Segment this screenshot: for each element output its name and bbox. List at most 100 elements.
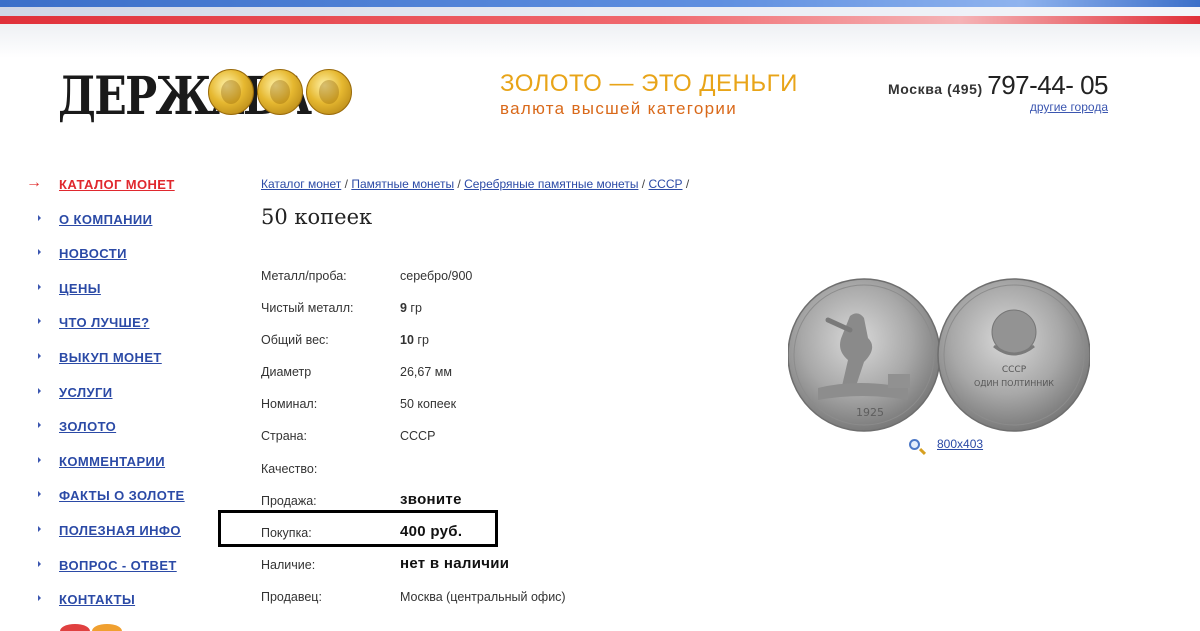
sidebar-link-news[interactable]: НОВОСТИ [59,246,127,261]
sidebar-link-what-better[interactable]: ЧТО ЛУЧШЕ? [59,315,150,330]
coin-denomination-text: ОДИН ПОЛТИННИК [974,379,1054,388]
phone-city-code: Москва (495) [887,81,983,97]
sidebar-link-comments[interactable]: КОММЕНТАРИИ [59,454,165,469]
phone-number: 797-44- 05 [987,70,1108,100]
spec-row-availability: Наличие: нет в наличии [261,549,621,581]
spec-value: серебро/900 [400,269,473,283]
sidebar-link-useful-info[interactable]: ПОЛЕЗНАЯ ИНФО [59,523,181,538]
header-slogan: ЗОЛОТО — ЭТО ДЕНЬГИ валюта высшей катего… [500,70,800,120]
spec-row-country: Страна: СССР [261,420,621,452]
spec-value-unit: гр [406,301,422,316]
bullet-icon [38,387,41,394]
sidebar-link-about[interactable]: О КОМПАНИИ [59,212,152,227]
sidebar-item-prices[interactable]: ЦЕНЫ [26,277,206,312]
sidebar-item-useful-info[interactable]: ПОЛЕЗНАЯ ИНФО [26,519,206,554]
breadcrumb-separator: / [457,177,461,191]
page-title: 50 копеек [261,205,373,229]
bullet-icon [38,283,41,290]
bullet-icon [38,525,41,532]
sidebar-item-faq[interactable]: ВОПРОС - ОТВЕТ [26,554,206,589]
sidebar-link-prices[interactable]: ЦЕНЫ [59,281,101,296]
sidebar-item-about[interactable]: О КОМПАНИИ [26,208,206,243]
active-arrow-icon: → [26,174,42,191]
sidebar-item-gold-facts[interactable]: ФАКТЫ О ЗОЛОТЕ [26,484,206,519]
coin-country-text: СССР [1002,365,1027,375]
bullet-icon [38,595,41,602]
spec-value-number: 10 [400,333,414,348]
sidebar-nav: → КАТАЛОГ МОНЕТ О КОМПАНИИ НОВОСТИ ЦЕНЫ … [26,173,206,623]
spec-label: Диаметр [261,365,312,380]
availability-status: нет в наличии [400,554,510,572]
breadcrumb-separator: / [344,177,348,191]
magnifier-icon[interactable] [909,439,920,450]
zoom-image-link[interactable]: 800x403 [937,437,983,451]
spec-label: Номинал: [261,397,318,412]
breadcrumb-separator: / [685,177,690,191]
spec-label: Качество: [261,461,318,476]
sidebar-item-catalog[interactable]: → КАТАЛОГ МОНЕТ [26,173,206,208]
sidebar-item-what-better[interactable]: ЧТО ЛУЧШЕ? [26,311,206,346]
sidebar-link-contacts[interactable]: КОНТАКТЫ [59,592,135,607]
sidebar-link-gold[interactable]: ЗОЛОТО [59,419,116,434]
gold-coin-icon [208,69,254,115]
header-flag-band-red [0,16,1200,24]
spec-label: Продавец: [261,589,322,604]
sidebar-item-gold[interactable]: ЗОЛОТО [26,415,206,450]
sidebar-item-news[interactable]: НОВОСТИ [26,242,206,277]
gold-coin-icon [306,69,352,115]
spec-value: 26,67 мм [400,365,452,380]
sidebar-link-faq[interactable]: ВОПРОС - ОТВЕТ [59,558,177,573]
sidebar-link-buyback[interactable]: ВЫКУП МОНЕТ [59,350,162,365]
coin-image[interactable]: 1925 СССР ОДИН ПОЛТИННИК [788,276,1090,434]
spec-value: СССР [400,429,436,444]
coin-obverse: СССР ОДИН ПОЛТИННИК [937,278,1090,432]
sidebar-item-services[interactable]: УСЛУГИ [26,381,206,416]
spec-value-unit: гр [413,333,429,348]
bullet-icon [38,491,41,498]
gold-coin-icon [257,69,303,115]
partner-logo-partial [60,624,150,631]
sidebar-item-contacts[interactable]: КОНТАКТЫ [26,588,206,623]
header-phone: Москва (495) 797-44- 05 другие города [887,70,1109,114]
header-fade [0,24,1200,58]
spec-value: Москва (центральный офис) [400,589,566,604]
coin-date: 1925 [856,406,884,419]
spec-label: Наличие: [261,557,316,572]
spec-row-pure-metal: Чистый металл: 9 гр [261,292,621,324]
bullet-icon [38,214,41,221]
breadcrumb-link-ussr[interactable]: СССР [648,177,682,191]
spec-value: 50 копеек [400,397,457,412]
other-cities-link[interactable]: другие города [888,100,1108,114]
breadcrumb-link-catalog[interactable]: Каталог монет [261,177,341,191]
header-flag-band-blue [0,0,1200,7]
coin-spec-table: Металл/проба: серебро/900 Чистый металл:… [261,260,621,613]
spec-label: Общий вес: [261,333,329,348]
sidebar-item-comments[interactable]: КОММЕНТАРИИ [26,450,206,485]
sidebar-link-services[interactable]: УСЛУГИ [59,385,112,400]
spec-row-seller: Продавец: Москва (центральный офис) [261,581,621,613]
spec-value-number: 9 [400,301,407,316]
breadcrumb-link-silver-commemorative[interactable]: Серебряные памятные монеты [464,177,638,191]
slogan-line-1: ЗОЛОТО — ЭТО ДЕНЬГИ [500,70,798,97]
header-flag-band-white [0,7,1200,16]
spec-label: Продажа: [261,493,317,508]
bullet-icon [38,456,41,463]
spec-value: 9 гр [400,301,422,315]
sale-price: звоните [400,490,462,508]
sidebar-link-catalog[interactable]: КАТАЛОГ МОНЕТ [59,177,175,192]
breadcrumb-link-commemorative[interactable]: Памятные монеты [351,177,454,191]
spec-label: Чистый металл: [261,301,354,316]
spec-label: Металл/проба: [261,269,347,283]
coin-reverse: 1925 [788,278,941,432]
spec-row-diameter: Диаметр 26,67 мм [261,356,621,388]
spec-row-quality: Качество: [261,453,621,485]
breadcrumb: Каталог монет / Памятные монеты / Серебр… [261,177,689,191]
spec-row-denomination: Номинал: 50 копеек [261,388,621,420]
breadcrumb-separator: / [641,177,646,191]
bullet-icon [38,249,41,256]
sidebar-item-buyback[interactable]: ВЫКУП МОНЕТ [26,346,206,381]
site-logo[interactable]: ДЕРЖАВА [58,65,358,129]
bullet-icon [38,352,41,359]
sidebar-link-gold-facts[interactable]: ФАКТЫ О ЗОЛОТЕ [59,488,185,503]
bullet-icon [38,422,41,429]
